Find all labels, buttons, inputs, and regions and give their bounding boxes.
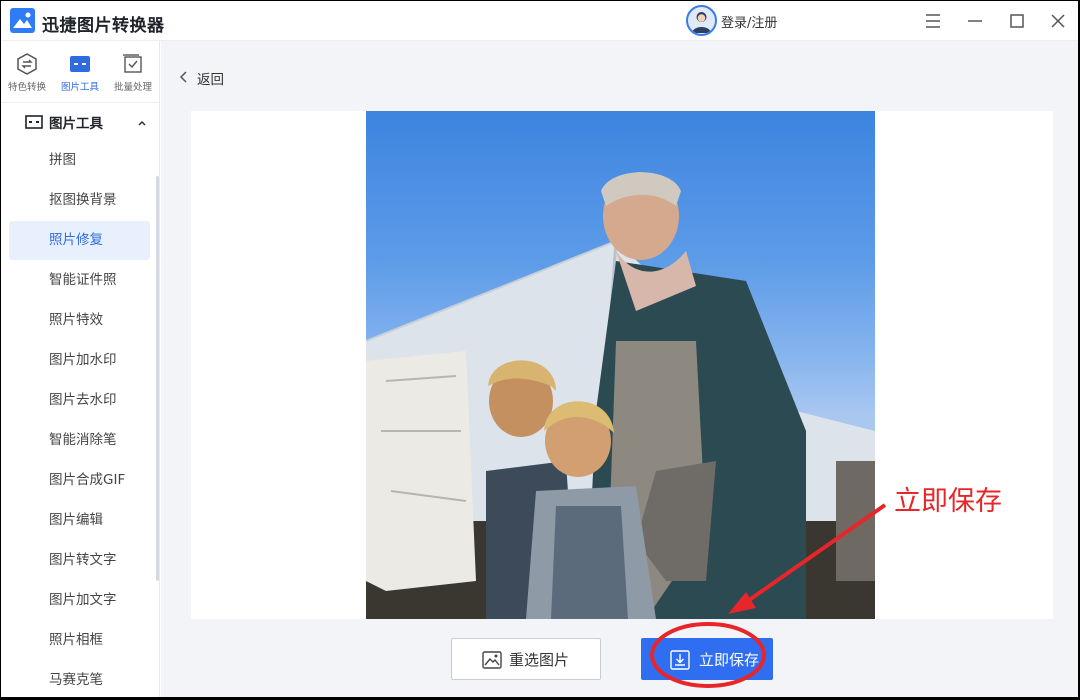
group-header-image-tools[interactable]: 图片工具 <box>1 103 159 139</box>
tab-label: 批量处理 <box>113 82 152 93</box>
main-panel: 返回 重选图片 立即保存 <box>161 41 1078 697</box>
image-tool-icon <box>25 114 43 129</box>
tab-label: 特色转换 <box>7 82 46 93</box>
image-icon <box>482 650 502 670</box>
group-label: 图片工具 <box>49 116 103 132</box>
sidebar-item-add-text[interactable]: 图片加文字 <box>9 581 150 620</box>
reselect-image-button[interactable]: 重选图片 <box>451 638 601 680</box>
app-title: 迅捷图片转换器 <box>42 16 165 36</box>
app-logo-icon <box>10 8 35 33</box>
sidebar-item-photo-repair[interactable]: 照片修复 <box>9 221 150 260</box>
sidebar-item-cutout-background[interactable]: 抠图换背景 <box>9 181 150 220</box>
chevron-left-icon <box>179 71 187 83</box>
sidebar-item-photo-effects[interactable]: 照片特效 <box>9 301 150 340</box>
sidebar-item-eraser[interactable]: 智能消除笔 <box>9 421 150 460</box>
sidebar-item-mosaic[interactable]: 马赛克笔 <box>9 661 150 697</box>
sidebar-item-remove-watermark[interactable]: 图片去水印 <box>9 381 150 420</box>
sidebar-item-image-edit[interactable]: 图片编辑 <box>9 501 150 540</box>
tab-label: 图片工具 <box>60 82 99 93</box>
reselect-label: 重选图片 <box>509 651 570 669</box>
minimize-icon[interactable] <box>963 9 987 33</box>
download-icon <box>670 650 690 670</box>
sidebar-item-photo-frame[interactable]: 照片相框 <box>9 621 150 660</box>
app-window: 迅捷图片转换器 登录/注册 特色转换 图片工具 批量处理 图片工具 拼图 抠图换… <box>1 1 1078 697</box>
preview-canvas <box>191 111 1053 619</box>
restored-photo <box>366 111 875 619</box>
title-bar: 迅捷图片转换器 登录/注册 <box>1 1 1078 41</box>
sidebar-item-puzzle[interactable]: 拼图 <box>9 141 150 180</box>
convert-icon <box>16 53 38 75</box>
save-label: 立即保存 <box>699 651 760 669</box>
user-avatar[interactable] <box>686 5 717 36</box>
sidebar-scrollbar[interactable] <box>156 176 159 581</box>
sidebar-item-add-watermark[interactable]: 图片加水印 <box>9 341 150 380</box>
chevron-up-icon[interactable] <box>136 114 148 126</box>
sidebar-item-image-to-text[interactable]: 图片转文字 <box>9 541 150 580</box>
tab-batch-process[interactable]: 批量处理 <box>107 53 159 93</box>
maximize-icon[interactable] <box>1005 9 1029 33</box>
tab-image-tools[interactable]: 图片工具 <box>54 53 106 93</box>
save-now-button[interactable]: 立即保存 <box>641 638 773 680</box>
sidebar-item-gif[interactable]: 图片合成GIF <box>9 461 150 500</box>
category-tabs: 特色转换 图片工具 批量处理 <box>1 41 159 103</box>
image-tool-icon <box>69 53 91 75</box>
sidebar: 特色转换 图片工具 批量处理 图片工具 拼图 抠图换背景 照片修复 智能证件照 … <box>1 41 160 697</box>
back-label: 返回 <box>197 72 224 88</box>
close-icon[interactable] <box>1046 9 1070 33</box>
tab-special-convert[interactable]: 特色转换 <box>1 53 53 93</box>
batch-icon <box>122 53 144 75</box>
login-register-link[interactable]: 登录/注册 <box>721 12 777 31</box>
sidebar-item-id-photo[interactable]: 智能证件照 <box>9 261 150 300</box>
menu-icon[interactable] <box>921 9 945 33</box>
annotation-label: 立即保存 <box>894 486 1002 517</box>
